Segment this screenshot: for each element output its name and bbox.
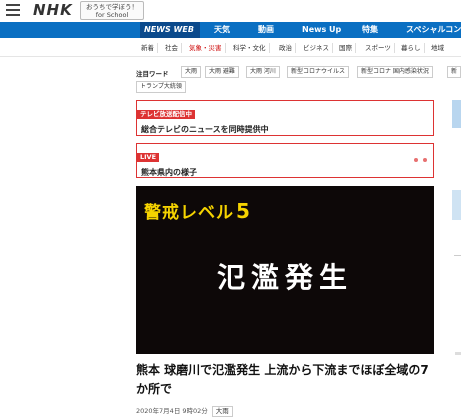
hamburger-menu-icon[interactable] (6, 4, 20, 16)
category-region[interactable]: 地域 (428, 43, 447, 53)
nav-features[interactable]: 特集 (362, 22, 378, 38)
category-weather-disaster[interactable]: 気象・災害 (186, 43, 226, 53)
side-divider (455, 352, 461, 355)
keyword-tag[interactable]: 新型コロナウイルス (287, 66, 350, 78)
hero-image[interactable]: 警戒レベル 5 氾濫発生 (136, 186, 434, 354)
nav-special[interactable]: スペシャルコン (406, 22, 461, 38)
category-international[interactable]: 国際 (336, 43, 356, 53)
side-thumbnail[interactable] (452, 190, 461, 220)
promo-line-1: おうちで学ぼう！ (86, 3, 138, 11)
keywords-label: 注目ワード (136, 70, 169, 78)
nav-weather[interactable]: 天気 (214, 22, 230, 38)
main-nav: NEWS WEB 天気 動画 News Up 特集 スペシャルコン (0, 22, 461, 38)
article-headline[interactable]: 熊本 球磨川で氾濫発生 上流から下流までほぼ全域の7か所で (136, 361, 436, 399)
flood-text: 氾濫発生 (216, 261, 353, 294)
category-science-culture[interactable]: 科学・文化 (230, 43, 270, 53)
category-society[interactable]: 社会 (162, 43, 182, 53)
warning-level-text: 警戒レベル (144, 203, 234, 223)
tv-broadcast-text: 総合テレビのニュースを同時提供中 (141, 125, 269, 134)
article-meta: 2020年7月4日 9時02分 大雨 (136, 405, 233, 417)
carousel-dots-icon[interactable] (409, 147, 427, 166)
keyword-tag[interactable]: トランプ大統領 (136, 81, 186, 93)
side-divider (454, 255, 461, 256)
for-school-banner[interactable]: おうちで学ぼう！ for School (80, 1, 144, 20)
warning-level: 警戒レベル 5 (144, 198, 251, 223)
category-sports[interactable]: スポーツ (362, 43, 395, 53)
tv-broadcast-box[interactable]: テレビ放送配信中 総合テレビのニュースを同時提供中 (136, 100, 434, 136)
live-text: 熊本県内の様子 (141, 168, 197, 177)
side-thumbnail[interactable] (452, 100, 461, 128)
nhk-logo[interactable]: NHK (33, 1, 73, 19)
category-business[interactable]: ビジネス (300, 43, 333, 53)
live-tag: LIVE (137, 153, 160, 162)
article-datetime: 2020年7月4日 9時02分 (136, 407, 208, 415)
top-bar: NHK おうちで学ぼう！ for School (0, 0, 461, 22)
keyword-tag[interactable]: 大雨 (181, 66, 202, 78)
keyword-tag[interactable]: 大雨 避難 (205, 66, 239, 78)
category-politics[interactable]: 政治 (276, 43, 296, 53)
keyword-tag[interactable]: 新型コロナ 国内感染状況 (357, 66, 433, 78)
nav-news-up[interactable]: News Up (302, 22, 341, 38)
article-tag[interactable]: 大雨 (211, 406, 233, 417)
keyword-tag[interactable]: 大雨 河川 (246, 66, 280, 78)
category-new[interactable]: 新着 (138, 43, 158, 53)
category-nav: 新着 社会 気象・災害 科学・文化 政治 ビジネス 国際 スポーツ 暮らし 地域 (0, 41, 461, 57)
keyword-tag[interactable]: 新 (447, 66, 461, 78)
warning-level-number: 5 (236, 199, 251, 223)
nav-news-web[interactable]: NEWS WEB (140, 22, 200, 38)
live-box[interactable]: LIVE 熊本県内の様子 (136, 143, 434, 178)
category-living[interactable]: 暮らし (398, 43, 425, 53)
tv-broadcast-tag: テレビ放送配信中 (137, 110, 195, 119)
promo-line-2: for School (95, 11, 129, 19)
nav-video[interactable]: 動画 (258, 22, 274, 38)
